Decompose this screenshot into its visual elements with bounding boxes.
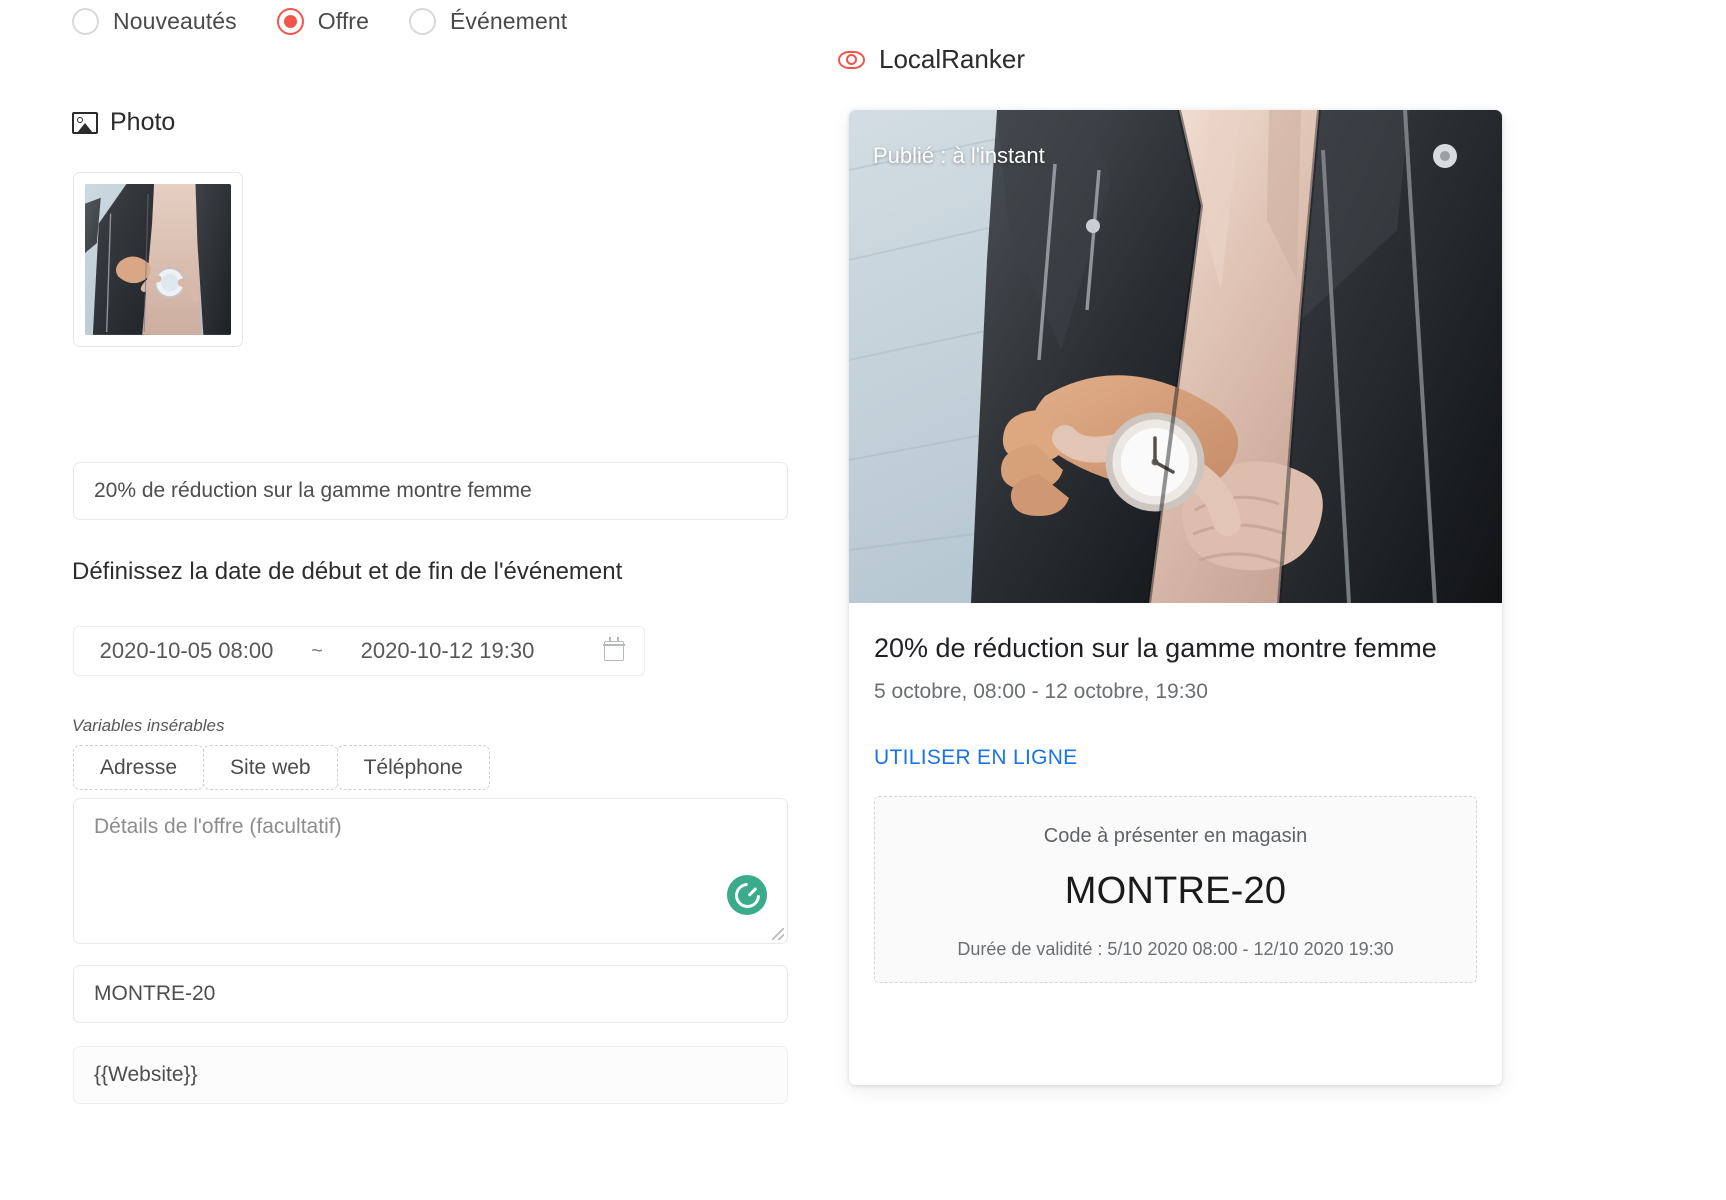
photo-thumbnail-image <box>85 184 231 335</box>
radio-label: Nouveautés <box>113 8 237 34</box>
date-end-field[interactable]: 2020-10-12 19:30 <box>335 638 560 664</box>
radio-option-evenement[interactable]: Événement <box>408 8 568 35</box>
date-range-separator: ~ <box>311 639 323 662</box>
published-label: Publié : à l'instant <box>873 143 1045 168</box>
image-icon <box>72 111 98 134</box>
photo-section-header: Photo <box>72 108 175 137</box>
post-editor-form: Nouveautés Offre Événement Photo 20% de … <box>0 0 880 1200</box>
radio-circle-icon <box>408 8 436 35</box>
variable-button-adresse[interactable]: Adresse <box>73 745 205 790</box>
thumbnail-photo <box>85 184 231 335</box>
app-root: Nouveautés Offre Événement Photo 20% de … <box>0 0 1726 1200</box>
radio-option-offre[interactable]: Offre <box>276 8 369 35</box>
preview-title: 20% de réduction sur la gamme montre fem… <box>874 633 1437 663</box>
hero-photo <box>849 110 1502 603</box>
radio-circle-selected-icon <box>276 8 304 35</box>
website-link-input[interactable]: {{Website}} <box>73 1046 788 1104</box>
insertable-variables-label: Variables insérables <box>72 716 225 735</box>
radio-label: Événement <box>449 8 568 34</box>
variable-button-telephone[interactable]: Téléphone <box>336 745 490 790</box>
grammarly-icon[interactable] <box>727 875 767 915</box>
eye-icon <box>838 50 865 69</box>
radio-option-nouveautes[interactable]: Nouveautés <box>72 8 237 35</box>
coupon-code: MONTRE-20 <box>1064 870 1287 913</box>
website-link-value: {{Website}} <box>94 1063 198 1086</box>
radio-circle-icon <box>72 8 99 35</box>
preview-dates: 5 octobre, 08:00 - 12 octobre, 19:30 <box>874 680 1208 704</box>
offer-title-value: 20% de réduction sur la gamme montre fem… <box>94 479 532 502</box>
coupon-code-input[interactable]: MONTRE-20 <box>73 965 788 1023</box>
variable-button-site-web[interactable]: Site web <box>203 745 338 790</box>
coupon-caption: Code à présenter en magasin <box>1043 825 1308 848</box>
textarea-resize-handle[interactable] <box>772 928 784 940</box>
offer-details-textarea[interactable]: Détails de l'offre (facultatif) <box>73 798 788 944</box>
preview-hero-image: Publié : à l'instant <box>849 110 1502 603</box>
post-preview-card: Publié : à l'instant 20% de réduction su… <box>849 110 1502 1085</box>
insertable-variables-group: Adresse Site web Téléphone <box>73 745 490 790</box>
use-online-link[interactable]: UTILISER EN LIGNE <box>874 746 1077 770</box>
offer-title-input[interactable]: 20% de réduction sur la gamme montre fem… <box>73 462 788 520</box>
coupon-validity: Durée de validité : 5/10 2020 08:00 - 12… <box>957 939 1394 960</box>
post-type-radio-group: Nouveautés Offre Événement <box>72 8 567 35</box>
preview-card-body: 20% de réduction sur la gamme montre fem… <box>849 603 1502 984</box>
calendar-icon[interactable] <box>603 637 625 661</box>
coupon-code-box: Code à présenter en magasin MONTRE-20 Du… <box>874 796 1477 984</box>
radio-label: Offre <box>317 8 369 34</box>
date-start-field[interactable]: 2020-10-05 08:00 <box>74 638 299 664</box>
date-section-label: Définissez la date de début et de fin de… <box>72 558 623 585</box>
photo-section-label: Photo <box>110 108 176 136</box>
offer-details-placeholder: Détails de l'offre (facultatif) <box>94 815 342 838</box>
coupon-code-value: MONTRE-20 <box>94 982 216 1005</box>
preview-brand-header: LocalRanker <box>838 44 1025 75</box>
date-range-picker[interactable]: 2020-10-05 08:00 ~ 2020-10-12 19:30 <box>73 626 645 676</box>
photo-thumbnail-upload[interactable] <box>73 172 243 347</box>
brand-name: LocalRanker <box>879 44 1025 74</box>
